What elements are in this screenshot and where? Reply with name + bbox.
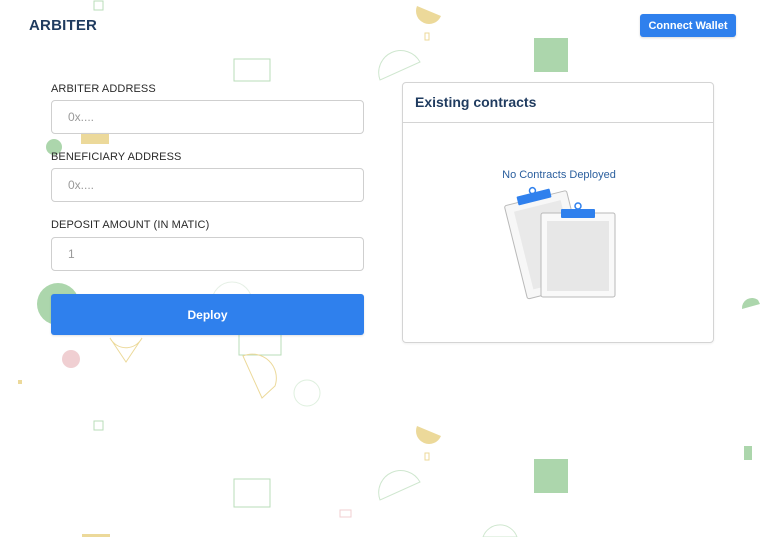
no-contracts-message: No Contracts Deployed bbox=[502, 169, 616, 181]
arbiter-address-input[interactable] bbox=[51, 100, 364, 134]
existing-contracts-title: Existing contracts bbox=[403, 83, 713, 123]
beneficiary-address-input[interactable] bbox=[51, 168, 364, 202]
clipboard-icon bbox=[504, 186, 616, 300]
connect-wallet-button[interactable]: Connect Wallet bbox=[640, 14, 736, 37]
app-brand: ARBITER bbox=[29, 17, 98, 34]
arbiter-address-label: ARBITER ADDRESS bbox=[51, 83, 156, 95]
deploy-button[interactable]: Deploy bbox=[51, 294, 364, 335]
deposit-amount-label: DEPOSIT AMOUNT (IN MATIC) bbox=[51, 219, 210, 231]
beneficiary-address-label: BENEFICIARY ADDRESS bbox=[51, 151, 182, 163]
existing-contracts-panel: Existing contracts No Contracts Deployed bbox=[402, 82, 714, 343]
deposit-amount-input[interactable] bbox=[51, 237, 364, 271]
